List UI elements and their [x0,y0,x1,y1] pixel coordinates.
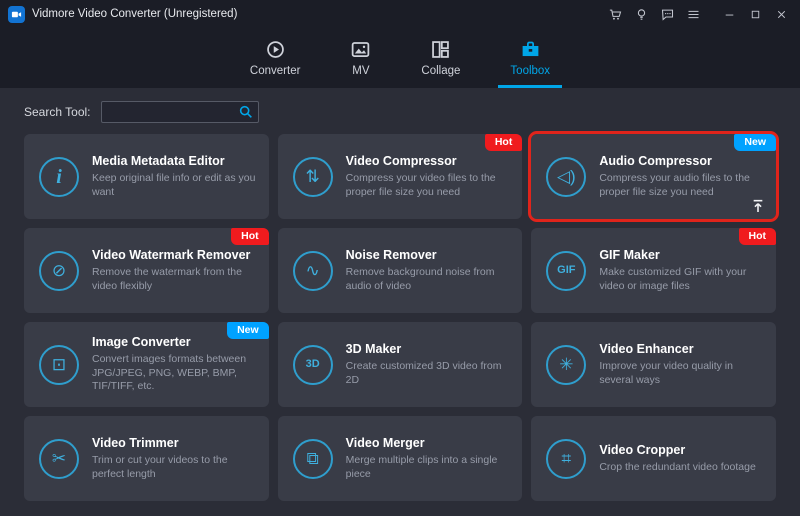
tool-title: Video Merger [346,436,511,450]
tool-card-video-watermark-remover[interactable]: ⊘ Video Watermark Remover Remove the water… [24,228,269,313]
mv-icon [350,39,371,60]
titlebar: Vidmore Video Converter (Unregistered) [0,0,800,28]
search-row: Search Tool: [0,88,800,132]
tool-description: Keep original file info or edit as you w… [92,172,257,199]
tool-text: Video Merger Merge multiple clips into a … [346,436,511,481]
image-icon: ⊡ [39,345,79,385]
3d-icon: 3D [293,345,333,385]
app-identity: Vidmore Video Converter (Unregistered) [8,6,602,23]
tab-mv[interactable]: MV [332,28,389,88]
tool-text: Video Cropper Crop the redundant video fo… [599,443,755,475]
tool-card-gif-maker[interactable]: GIF GIF Maker Make customized GIF with you… [531,228,776,313]
bulb-icon[interactable] [628,2,654,26]
tool-grid: i Media Metadata Editor Keep original file… [0,132,800,513]
window-title: Vidmore Video Converter (Unregistered) [32,8,237,20]
menu-icon[interactable] [680,2,706,26]
tool-title: Video Trimmer [92,436,257,450]
hot-badge: Hot [485,134,523,151]
tool-card-video-merger[interactable]: ⧉ Video Merger Merge multiple clips into a… [278,416,523,501]
cart-icon[interactable] [602,2,628,26]
droplet-slash-icon: ⊘ [39,251,79,291]
tool-description: Trim or cut your videos to the perfect l… [92,454,257,481]
tool-description: Crop the redundant video footage [599,461,755,475]
palette-icon: ✳ [546,345,586,385]
tool-description: Remove background noise from audio of vi… [346,266,511,293]
tool-title: Video Compressor [346,154,511,168]
tool-title: Audio Compressor [599,154,764,168]
tool-card-video-compressor[interactable]: ⇅ Video Compressor Compress your video fil… [278,134,523,219]
tool-card-video-trimmer[interactable]: ✂ Video Trimmer Trim or cut your videos to… [24,416,269,501]
compress-icon: ⇅ [293,157,333,197]
tab-converter[interactable]: Converter [232,28,319,88]
tool-description: Create customized 3D video from 2D [346,360,511,387]
tool-description: Merge multiple clips into a single piece [346,454,511,481]
tool-description: Remove the watermark from the video flex… [92,266,257,293]
tool-title: GIF Maker [599,248,764,262]
new-badge: New [734,134,776,151]
tool-title: Video Watermark Remover [92,248,257,262]
maximize-icon[interactable] [742,2,768,26]
tool-title: Video Enhancer [599,342,764,356]
tool-text: 3D Maker Create customized 3D video from … [346,342,511,387]
tool-card-image-converter[interactable]: ⊡ Image ConverterConvert images formats b… [24,322,269,407]
tool-description: Convert images formats between JPG/JPEG,… [92,353,257,394]
app-logo-icon [8,6,25,23]
tab-label: Toolbox [510,65,550,77]
gif-icon: GIF [546,251,586,291]
tool-card-media-metadata-editor[interactable]: i Media Metadata Editor Keep original file… [24,134,269,219]
app-window: Vidmore Video Converter (Unregistered) C… [0,0,800,516]
search-input[interactable] [101,101,259,123]
search-label: Search Tool: [24,105,91,119]
hot-badge: Hot [231,228,269,245]
tool-card-audio-compressor[interactable]: ◁) Audio Compressor Compress your audio fi… [531,134,776,219]
tool-text: Media Metadata Editor Keep original file … [92,154,257,199]
tab-bar: Converter MV Collage Toolbox [0,28,800,88]
new-badge: New [227,322,269,339]
tab-toolbox[interactable]: Toolbox [492,28,568,88]
tool-description: Improve your video quality in several wa… [599,360,764,387]
tool-text: Video Trimmer Trim or cut your videos to … [92,436,257,481]
tool-text: Noise Remover Remove background noise fro… [346,248,511,293]
tool-text: Audio Compressor Compress your audio file… [599,154,764,199]
search-icon[interactable] [238,104,254,120]
feedback-icon[interactable] [654,2,680,26]
collage-icon [430,39,451,60]
crop-icon: ⌗ [546,439,586,479]
tool-title: Media Metadata Editor [92,154,257,168]
close-icon[interactable] [768,2,794,26]
tool-description: Make customized GIF with your video or i… [599,266,764,293]
search-box [101,101,259,123]
scissors-icon: ✂ [39,439,79,479]
tool-text: GIF Maker Make customized GIF with your v… [599,248,764,293]
tool-description: Compress your video files to the proper … [346,172,511,199]
tool-card-3d-maker[interactable]: 3D 3D Maker Create customized 3D video fro… [278,322,523,407]
tool-text: Video Enhancer Improve your video quality… [599,342,764,387]
tool-text: Image ConverterConvert images formats be… [92,335,257,394]
merge-icon: ⧉ [293,439,333,479]
noise-wave-icon: ∿ [293,251,333,291]
tool-card-video-cropper[interactable]: ⌗ Video Cropper Crop the redundant video f… [531,416,776,501]
tool-description: Compress your audio files to the proper … [599,172,764,199]
speaker-icon: ◁) [546,157,586,197]
tool-card-noise-remover[interactable]: ∿ Noise Remover Remove background noise fr… [278,228,523,313]
converter-icon [265,39,286,60]
scroll-top-arrow-icon[interactable] [750,198,766,214]
tool-title: 3D Maker [346,342,511,356]
tool-text: Video Watermark Remover Remove the waterm… [92,248,257,293]
tab-label: MV [352,65,369,77]
tool-title: Video Cropper [599,443,755,457]
tool-title: Noise Remover [346,248,511,262]
minimize-icon[interactable] [716,2,742,26]
tab-label: Collage [421,65,460,77]
tool-text: Video Compressor Compress your video file… [346,154,511,199]
hot-badge: Hot [739,228,777,245]
tool-card-video-enhancer[interactable]: ✳ Video Enhancer Improve your video qualit… [531,322,776,407]
info-icon: i [39,157,79,197]
tab-collage[interactable]: Collage [403,28,478,88]
tab-label: Converter [250,65,301,77]
toolbox-icon [520,39,541,60]
